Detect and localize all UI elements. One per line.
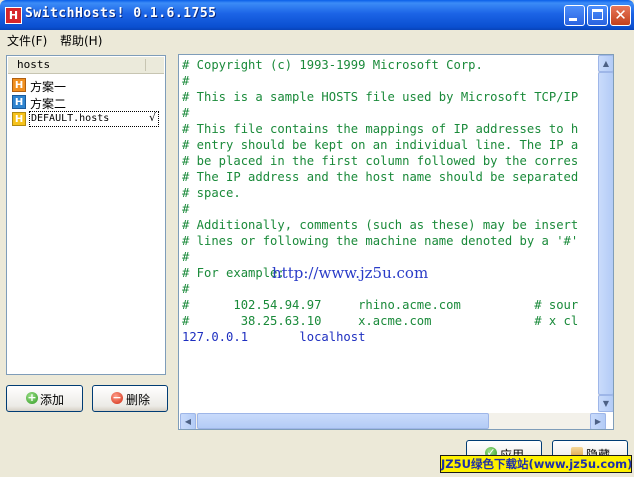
maximize-icon bbox=[592, 9, 603, 20]
hosts-line: # 102.54.94.97 rhino.acme.com # sour bbox=[182, 298, 579, 312]
hosts-line: # bbox=[182, 106, 190, 120]
hosts-line: # entry should be kept on an individual … bbox=[182, 138, 579, 152]
delete-icon: − bbox=[111, 391, 123, 404]
minimize-button[interactable] bbox=[564, 5, 585, 26]
list-item-plan-1[interactable]: H 方案一 bbox=[11, 77, 161, 94]
hosts-text-area[interactable]: # Copyright (c) 1993-1999 Microsoft Corp… bbox=[182, 57, 602, 412]
close-icon: ✕ bbox=[614, 6, 627, 24]
orange-h-icon: H bbox=[12, 78, 26, 92]
hosts-line: # 38.25.63.10 x.acme.com # x cl bbox=[182, 314, 579, 328]
app-window: H SwitchHosts! 0.1.6.1755 ✕ 文件(F) 帮助(H) … bbox=[0, 0, 634, 477]
app-icon: H bbox=[5, 7, 22, 24]
hosts-line: # This is a sample HOSTS file used by Mi… bbox=[182, 90, 579, 104]
minimize-icon bbox=[569, 18, 577, 21]
hosts-line: # This file contains the mappings of IP … bbox=[182, 122, 579, 136]
scroll-down-icon[interactable]: ▼ bbox=[598, 395, 613, 412]
menu-file[interactable]: 文件(F) bbox=[7, 32, 47, 49]
add-button[interactable]: + 添加 bbox=[6, 385, 83, 412]
hosts-line: # bbox=[182, 282, 190, 296]
hosts-line: # The IP address and the host name shoul… bbox=[182, 170, 579, 184]
delete-button-label: 删除 bbox=[126, 393, 151, 407]
column-divider[interactable] bbox=[145, 59, 146, 71]
horizontal-scrollbar[interactable]: ◀ ▶ bbox=[180, 412, 606, 429]
list-item-plan-2[interactable]: H 方案二 bbox=[11, 94, 161, 111]
close-button[interactable]: ✕ bbox=[610, 5, 631, 26]
hosts-line: # bbox=[182, 202, 190, 216]
hosts-line: # be placed in the first column followed… bbox=[182, 154, 579, 168]
scroll-left-icon[interactable]: ◀ bbox=[180, 413, 196, 429]
maximize-button[interactable] bbox=[587, 5, 608, 26]
horizontal-scroll-thumb[interactable] bbox=[197, 413, 489, 429]
window-title: SwitchHosts! 0.1.6.1755 bbox=[25, 6, 217, 21]
menu-help[interactable]: 帮助(H) bbox=[60, 32, 102, 49]
menu-bar: 文件(F) 帮助(H) bbox=[0, 30, 634, 49]
hosts-line: # Additionally, comments (such as these)… bbox=[182, 218, 579, 232]
yellow-h-icon: H bbox=[12, 112, 26, 126]
hosts-line: # lines or following the machine name de… bbox=[182, 234, 579, 248]
hosts-line: # bbox=[182, 250, 190, 264]
hosts-line: # bbox=[182, 74, 190, 88]
scroll-up-icon[interactable]: ▲ bbox=[598, 55, 613, 72]
hosts-list[interactable]: hosts H 方案一 H 方案二 H DEFAULT.hosts √ bbox=[6, 55, 166, 375]
hosts-line: # space. bbox=[182, 186, 241, 200]
add-button-label: 添加 bbox=[40, 393, 65, 407]
hosts-line: 127.0.0.1 localhost bbox=[182, 330, 366, 344]
scroll-right-icon[interactable]: ▶ bbox=[590, 413, 606, 429]
watermark-banner: JZ5U绿色下载站(www.jz5u.com) bbox=[440, 455, 632, 473]
active-check-icon: √ bbox=[149, 111, 157, 124]
vertical-scroll-thumb[interactable] bbox=[598, 72, 613, 395]
blue-h-icon: H bbox=[12, 95, 26, 109]
hosts-line: # Copyright (c) 1993-1999 Microsoft Corp… bbox=[182, 58, 483, 72]
list-header-label: hosts bbox=[17, 58, 51, 71]
watermark-url: http://www.jz5u.com bbox=[272, 264, 429, 282]
title-bar[interactable]: H SwitchHosts! 0.1.6.1755 ✕ bbox=[0, 0, 634, 30]
list-item-label: DEFAULT.hosts bbox=[29, 111, 159, 127]
hosts-editor[interactable]: # Copyright (c) 1993-1999 Microsoft Corp… bbox=[178, 54, 614, 430]
list-item-label: 方案一 bbox=[30, 80, 67, 94]
list-item-label: 方案二 bbox=[30, 97, 67, 111]
list-item-default-hosts[interactable]: H DEFAULT.hosts √ bbox=[11, 111, 161, 127]
vertical-scrollbar[interactable]: ▲ ▼ bbox=[597, 55, 613, 412]
add-icon: + bbox=[26, 391, 38, 404]
delete-button[interactable]: − 删除 bbox=[92, 385, 168, 412]
list-column-header[interactable]: hosts bbox=[8, 57, 164, 74]
